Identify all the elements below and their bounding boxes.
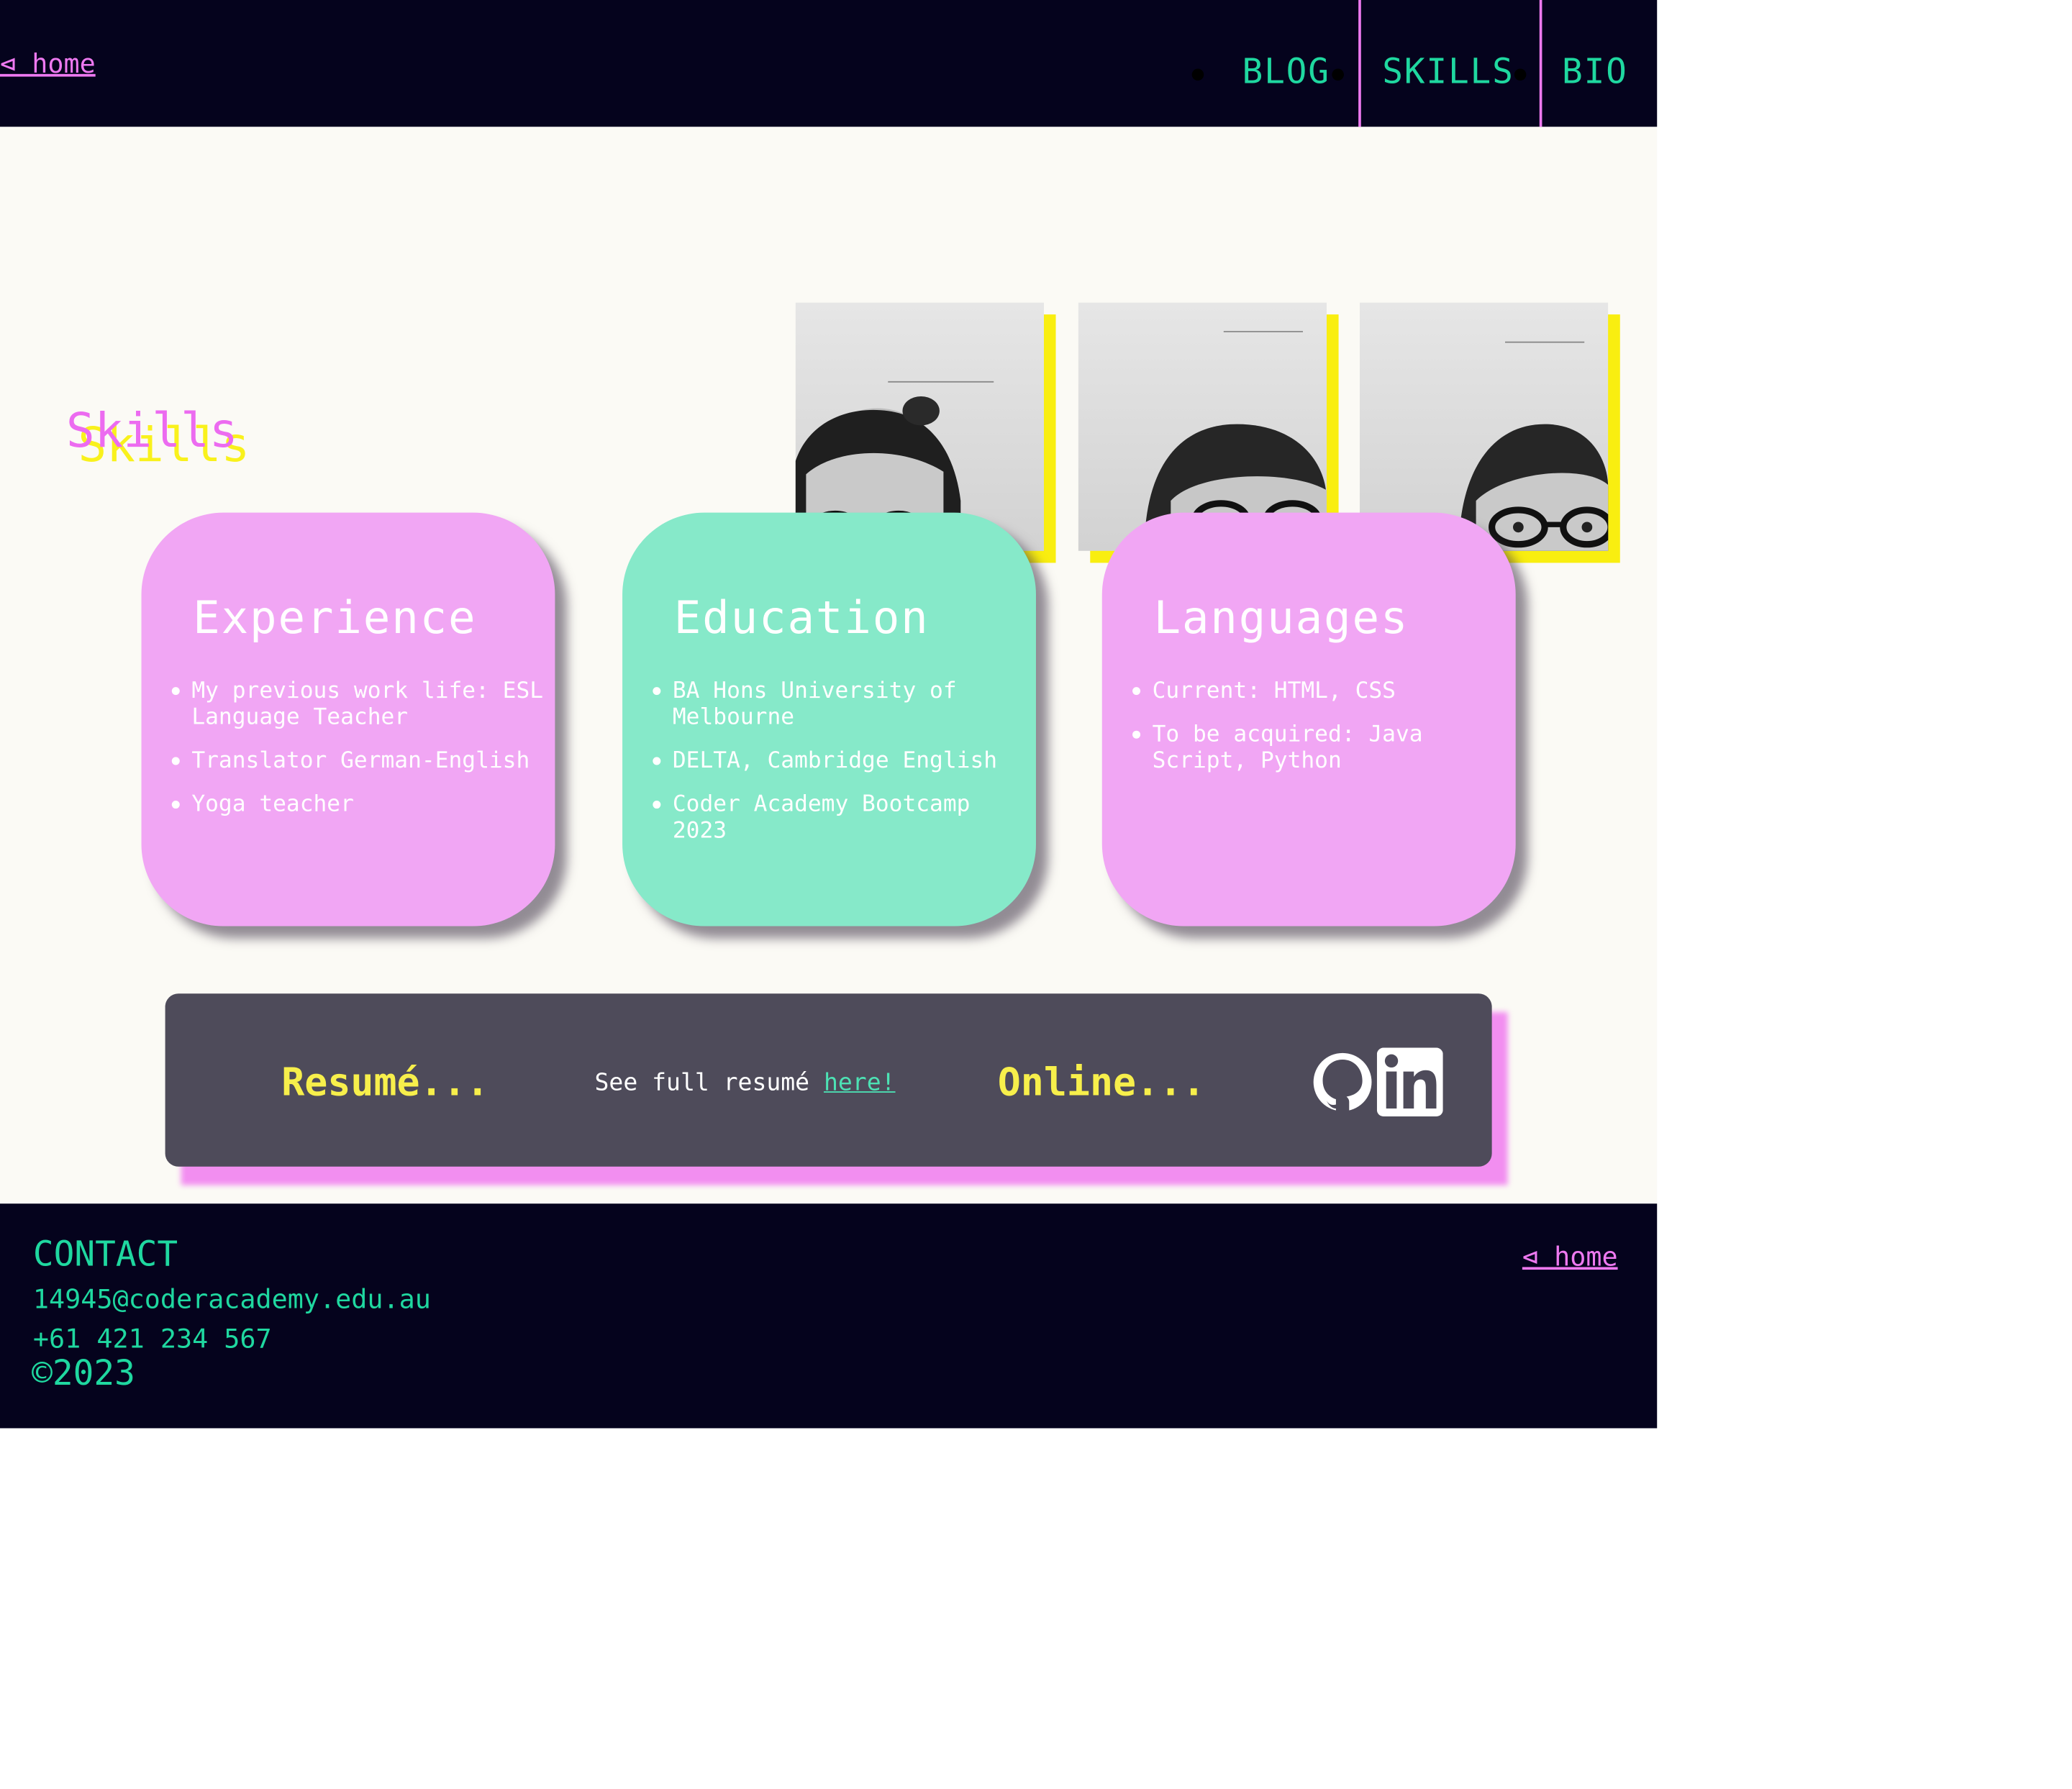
nav-divider	[1539, 0, 1542, 127]
resume-banner: Resumé... See full resumé here! Online..…	[165, 993, 1492, 1167]
main-content: Skills Skills Experience My previous wor…	[0, 127, 1658, 1204]
contact-email[interactable]: 14945@coderacademy.edu.au	[33, 1283, 431, 1314]
list-item: Translator German-English	[171, 748, 548, 774]
card-list: My previous work life: ESL Language Teac…	[168, 678, 548, 835]
nav-bio-label[interactable]: BIO	[1562, 53, 1628, 92]
nav-divider	[1358, 0, 1361, 127]
nav-bullet	[1332, 68, 1344, 81]
github-icon[interactable]	[1312, 1047, 1376, 1118]
nav-bullet	[1191, 68, 1204, 81]
list-item: BA Hons University of Melbourne	[653, 678, 1030, 731]
card-list: BA Hons University of Melbourne DELTA, C…	[649, 678, 1030, 861]
nav-skills-label[interactable]: SKILLS	[1382, 53, 1514, 92]
online-heading: Online...	[997, 1060, 1206, 1105]
page-title: Skills	[65, 404, 238, 459]
contact-heading: CONTACT	[32, 1235, 178, 1275]
resume-text: See full resumé here!	[595, 1069, 896, 1097]
site-footer: CONTACT 14945@coderacademy.edu.au +61 42…	[0, 1203, 1658, 1429]
list-item: To be acquired: Java Script, Python	[1132, 721, 1509, 774]
site: ⊲ home BLOG SKILLS BIO Skills Skills Exp…	[0, 0, 1658, 1429]
contact-phone[interactable]: +61 421 234 567	[33, 1323, 272, 1355]
list-item: Yoga teacher	[171, 791, 548, 818]
card-title: Education	[673, 591, 930, 645]
education-card: Education BA Hons University of Melbourn…	[622, 512, 1036, 927]
site-header: ⊲ home BLOG SKILLS BIO	[0, 0, 1658, 127]
resume-heading: Resumé...	[281, 1060, 489, 1105]
list-item: Current: HTML, CSS	[1132, 678, 1509, 704]
languages-card: Languages Current: HTML, CSS To be acqui…	[1101, 512, 1516, 927]
list-item: Coder Academy Bootcamp 2023	[653, 791, 1030, 845]
experience-card: Experience My previous work life: ESL La…	[141, 512, 555, 927]
card-title: Languages	[1153, 591, 1409, 645]
card-title: Experience	[193, 591, 477, 645]
resume-link[interactable]: here!	[824, 1069, 896, 1097]
copyright: ©2023	[32, 1354, 135, 1394]
list-item: DELTA, Cambridge English	[653, 748, 1030, 774]
resume-see-label: See full resumé	[594, 1068, 824, 1097]
nav-bullet	[1514, 68, 1527, 81]
home-link[interactable]: ⊲ home	[0, 47, 96, 79]
linkedin-icon[interactable]	[1376, 1047, 1443, 1118]
footer-home-link[interactable]: ⊲ home	[1522, 1241, 1618, 1273]
list-item: My previous work life: ESL Language Teac…	[171, 678, 548, 731]
card-list: Current: HTML, CSS To be acquired: Java …	[1129, 678, 1509, 791]
nav-blog-label[interactable]: BLOG	[1242, 53, 1330, 92]
